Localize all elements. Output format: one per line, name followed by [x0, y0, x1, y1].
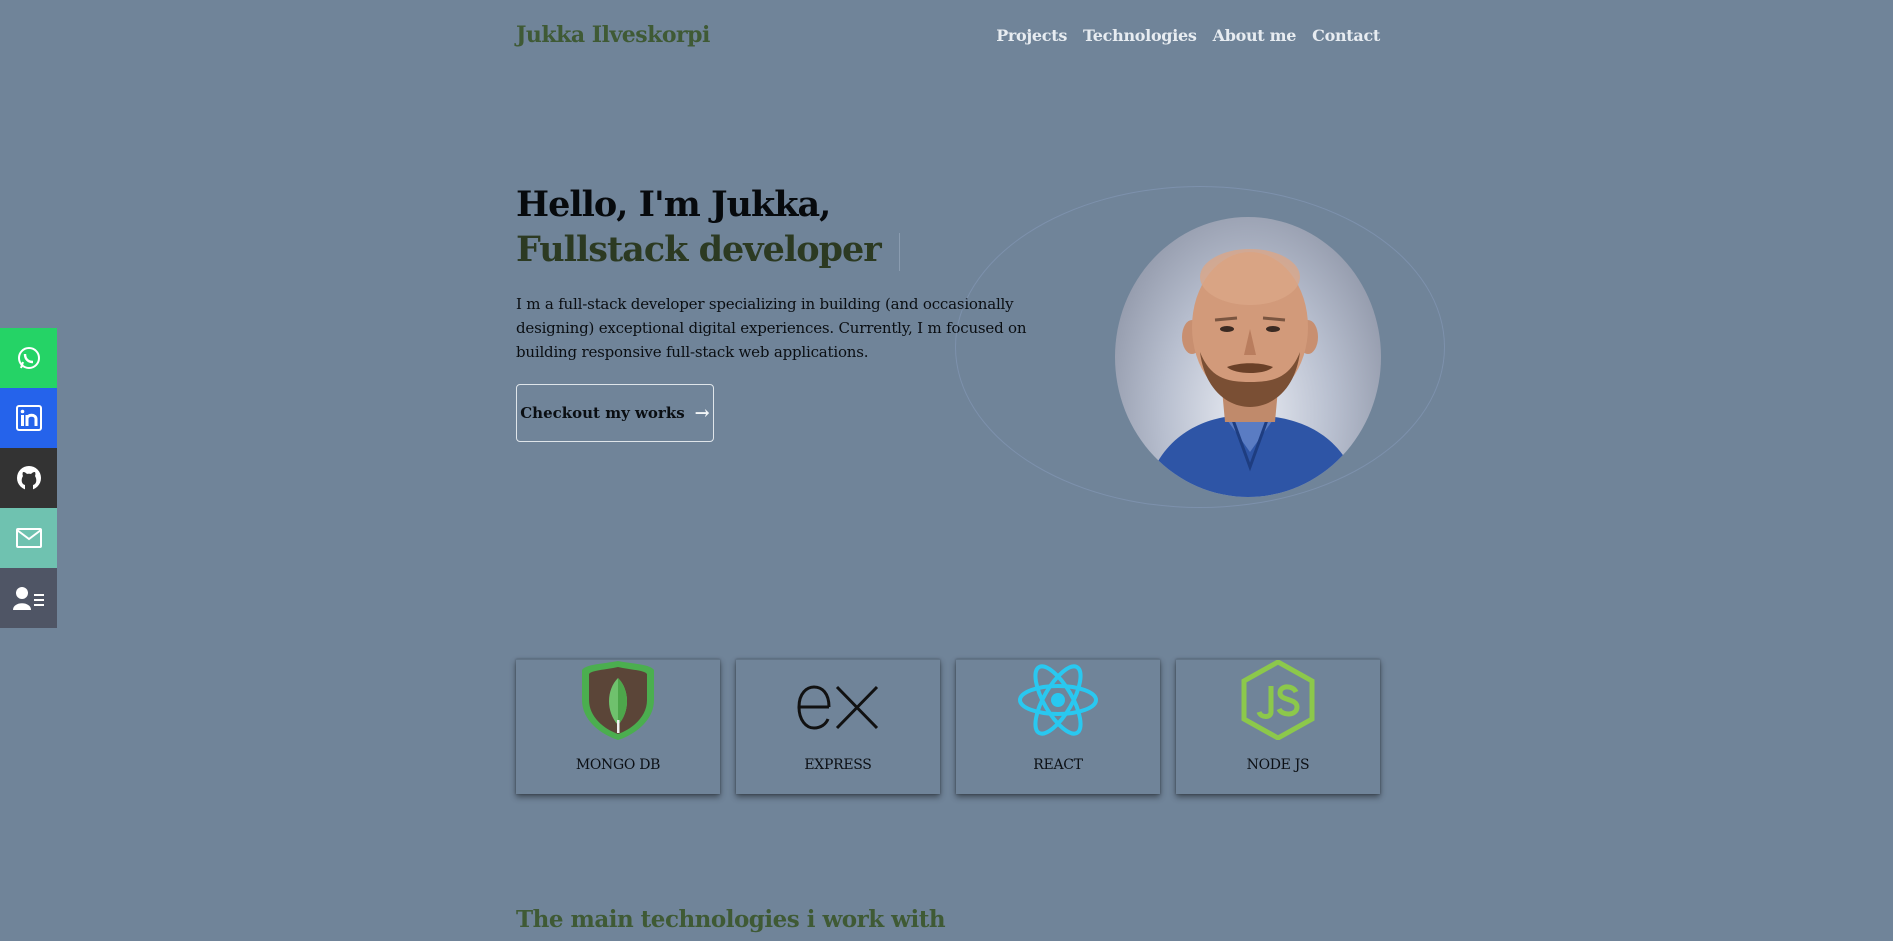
profile-photo: [1115, 217, 1381, 497]
email-link[interactable]: [0, 508, 57, 568]
express-icon: [797, 685, 879, 730]
tech-card-express[interactable]: EXPRESS: [736, 659, 940, 794]
tech-label-react: REACT: [1033, 757, 1083, 773]
nav-about-me[interactable]: About me: [1213, 26, 1297, 45]
tech-label-express: EXPRESS: [804, 757, 872, 773]
linkedin-icon: [15, 405, 42, 431]
typing-cursor: [898, 232, 900, 271]
tech-label-nodejs: NODE JS: [1246, 757, 1310, 773]
whatsapp-link[interactable]: [0, 328, 57, 388]
nav-projects[interactable]: Projects: [996, 26, 1067, 45]
nav-contact[interactable]: Contact: [1312, 26, 1380, 45]
resume-icon: [12, 587, 44, 610]
arrow-right-icon: →: [694, 402, 710, 424]
checkout-works-button[interactable]: Checkout my works →: [516, 384, 714, 442]
tech-card-mongodb[interactable]: MONGO DB: [516, 659, 720, 794]
tech-card-react[interactable]: REACT: [956, 659, 1160, 794]
nav-technologies[interactable]: Technologies: [1083, 26, 1197, 45]
resume-link[interactable]: [0, 568, 57, 628]
technology-cards: MONGO DB EXPRESS REACT NODE JS: [516, 659, 1380, 794]
github-link[interactable]: [0, 448, 57, 508]
linkedin-link[interactable]: [0, 388, 57, 448]
mongodb-icon: [582, 661, 654, 740]
nodejs-icon: [1241, 660, 1315, 740]
react-icon: [1018, 664, 1098, 736]
email-icon: [15, 528, 42, 548]
hero-role: Fullstack developer: [516, 229, 882, 270]
site-header: Jukka Ilveskorpi Projects Technologies A…: [516, 18, 1380, 52]
whatsapp-icon: [17, 347, 40, 369]
cta-label: Checkout my works: [520, 404, 685, 422]
tech-card-nodejs[interactable]: NODE JS: [1176, 659, 1380, 794]
hero-greeting: Hello, I'm Jukka,: [516, 184, 831, 225]
main-nav: Projects Technologies About me Contact: [996, 26, 1380, 45]
section-title: The main technologies i work with: [516, 906, 946, 933]
github-icon: [16, 466, 41, 491]
tech-label-mongodb: MONGO DB: [575, 757, 661, 773]
social-sidebar: [0, 328, 57, 628]
brand-logo[interactable]: Jukka Ilveskorpi: [516, 22, 710, 48]
